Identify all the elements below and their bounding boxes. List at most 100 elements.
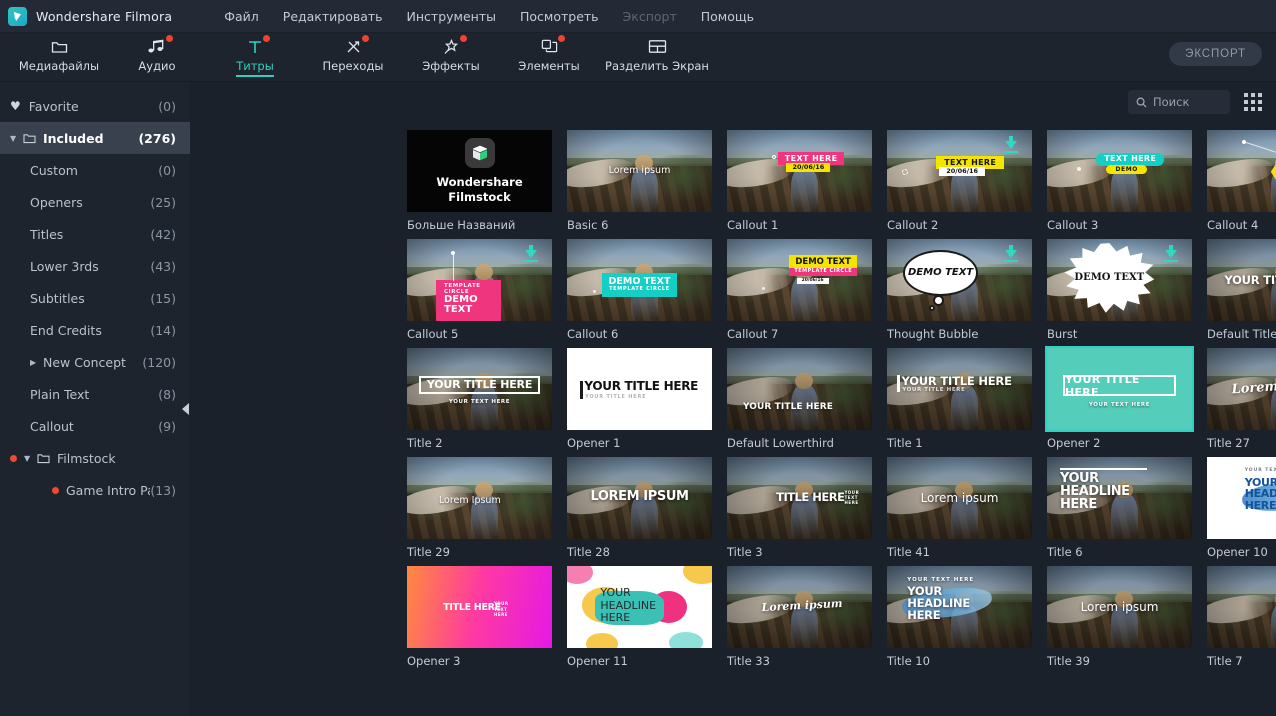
sidebar-item-subtitles[interactable]: Subtitles (15) bbox=[0, 282, 190, 314]
sidebar-item-filmstock[interactable]: ▼ Filmstock bbox=[0, 442, 190, 474]
menu-item-edit[interactable]: Редактировать bbox=[271, 5, 395, 28]
template-thumbnail[interactable]: YOUR TITLE HERE YOUR TITLE HERE bbox=[887, 348, 1032, 430]
template-tile[interactable]: TITLE HERE YOUR TEXT HERE Opener 3 bbox=[407, 566, 552, 668]
sidebar-item-titles[interactable]: Titles (42) bbox=[0, 218, 190, 250]
template-thumbnail[interactable]: Lorem Ipsum bbox=[1207, 348, 1276, 430]
sidebar-item-callout[interactable]: Callout (9) bbox=[0, 410, 190, 442]
template-thumbnail[interactable]: TITLE HERE YOUR TEXT HERE bbox=[727, 457, 872, 539]
sidebar-item-favorite[interactable]: ♥ Favorite (0) bbox=[0, 90, 190, 122]
download-icon[interactable] bbox=[1002, 245, 1020, 265]
template-tile[interactable]: DEMO TEXT TEMPLATE CIRCLE 20/06/16 Callout … bbox=[727, 239, 872, 341]
template-thumbnail[interactable]: TEXT HERE 20/06/16 bbox=[727, 130, 872, 212]
template-tile[interactable]: Lorem ipsum Title 33 bbox=[727, 566, 872, 668]
caret-icon[interactable]: ▶ bbox=[30, 358, 43, 367]
template-thumbnail[interactable]: YOUR TITLE HERE YOUR TITLE HERE bbox=[567, 348, 712, 430]
template-tile[interactable]: YOURTITLEHEREYOUR TEXT HERE Title 7 bbox=[1207, 566, 1276, 668]
template-thumbnail[interactable]: YOUR TEXT HEREYOURHEADLINEHERE bbox=[887, 566, 1032, 648]
menu-item-file[interactable]: Файл bbox=[212, 5, 271, 28]
template-tile[interactable]: Lorem ipsum Title 39 bbox=[1047, 566, 1192, 668]
template-thumbnail[interactable]: Lorem ipsum bbox=[1047, 566, 1192, 648]
menu-item-help[interactable]: Помощь bbox=[689, 5, 766, 28]
template-thumbnail[interactable]: Wondershare Filmstock bbox=[407, 130, 552, 212]
menu-item-view[interactable]: Посмотреть bbox=[508, 5, 611, 28]
template-tile[interactable]: DEMO TEXT Thought Bubble bbox=[887, 239, 1032, 341]
template-thumbnail[interactable]: YOUR TITLE HERE YOUR TEXT HERE bbox=[1045, 346, 1194, 432]
template-thumbnail[interactable]: TEXT HERE 20/06/16 bbox=[887, 130, 1032, 212]
sidebar-item-new-concept[interactable]: ▶ New Concept (120) bbox=[0, 346, 190, 378]
grid-view-icon[interactable] bbox=[1244, 93, 1262, 111]
tab-media[interactable]: Медиафайлы bbox=[10, 33, 108, 73]
tab-audio[interactable]: Аудио bbox=[108, 33, 206, 73]
template-tile[interactable]: TEXT HERE DEMO Callout 3 bbox=[1047, 130, 1192, 232]
download-icon[interactable] bbox=[522, 245, 540, 265]
sidebar-item-plain-text[interactable]: Plain Text (8) bbox=[0, 378, 190, 410]
template-thumbnail[interactable]: YOUR HEADLINE HERE bbox=[567, 566, 712, 648]
download-icon[interactable] bbox=[1002, 136, 1020, 156]
sidebar-item-lower-3rds[interactable]: Lower 3rds (43) bbox=[0, 250, 190, 282]
template-tile[interactable]: TEXT HERE 20/06/16 Callout 2 bbox=[887, 130, 1032, 232]
collapse-left-icon[interactable] bbox=[180, 394, 190, 424]
template-tile[interactable]: LOREM IPSUM Title 28 bbox=[567, 457, 712, 559]
template-tile[interactable]: YOUR TITLE HERE YOUR TITLE HERE Title 1 bbox=[887, 348, 1032, 450]
template-thumbnail[interactable]: TITLE HERE YOUR TEXT HERE bbox=[407, 566, 552, 648]
template-tile[interactable]: DEMO TEXT TEMPLATE CIRCLE Callout 6 bbox=[567, 239, 712, 341]
template-thumbnail[interactable]: YOUR HEADLINE HERE bbox=[1047, 457, 1192, 539]
template-tile[interactable]: YOUR HEADLINE HERE Opener 11 bbox=[567, 566, 712, 668]
export-button[interactable]: ЭКСПОРТ bbox=[1169, 42, 1262, 66]
template-tile[interactable]: Lorem ipsum Title 41 bbox=[887, 457, 1032, 559]
template-thumbnail[interactable]: Lorem ipsum bbox=[727, 566, 872, 648]
template-tile[interactable]: YOUR TEXT HEREYOURHEADLINEHERE Opener 10 bbox=[1207, 457, 1276, 559]
template-tile[interactable]: Wondershare Filmstock Больше Названий bbox=[407, 130, 552, 232]
template-tile[interactable]: DEMO TEXT Burst bbox=[1047, 239, 1192, 341]
template-tile[interactable]: YOUR HEADLINE HERE Title 6 bbox=[1047, 457, 1192, 559]
template-tile[interactable]: YOUR TEXT HERE YOUR HEADLINE HERE Title 10 bbox=[887, 566, 1032, 668]
sidebar-item-openers[interactable]: Openers (25) bbox=[0, 186, 190, 218]
template-tile[interactable]: YOUR TITLE HERE YOUR TITLE HERE Opener 1 bbox=[567, 348, 712, 450]
template-thumbnail[interactable]: YOUR TITLE HERE YOUR TEXT HERE bbox=[407, 348, 552, 430]
template-thumbnail[interactable]: TEXT HERE DEMO bbox=[1047, 130, 1192, 212]
sidebar-item-end-credits[interactable]: End Credits (14) bbox=[0, 314, 190, 346]
sidebar-item-label: Lower 3rds bbox=[30, 258, 99, 274]
sidebar-item-custom[interactable]: Custom (0) bbox=[0, 154, 190, 186]
tab-transitions[interactable]: Переходы bbox=[304, 33, 402, 73]
template-tile[interactable]: TEMPLATE CIRCLE DEMO TEXT Callout 5 bbox=[407, 239, 552, 341]
overlay-date: 20/06/16 bbox=[786, 162, 831, 173]
search-input[interactable]: Поиск bbox=[1128, 90, 1230, 114]
template-thumbnail[interactable]: DEMO TEXT bbox=[1047, 239, 1192, 321]
template-tile[interactable]: TITLE HERE YOUR TEXT HERE Title 3 bbox=[727, 457, 872, 559]
template-thumbnail[interactable]: TEMPLATE CIRCLE DEMO TEXT bbox=[407, 239, 552, 321]
template-thumbnail[interactable]: Lorem ipsum bbox=[567, 130, 712, 212]
tab-titles[interactable]: Титры bbox=[206, 33, 304, 77]
template-thumbnail[interactable]: DEMO TEXT bbox=[887, 239, 1032, 321]
template-thumbnail[interactable]: YOUR TITLE HERE bbox=[1207, 239, 1276, 321]
template-thumbnail[interactable]: TEMPLATEDEMO bbox=[1207, 130, 1276, 212]
titles-badge bbox=[263, 35, 270, 42]
tab-split-screen[interactable]: Разделить Экран bbox=[598, 33, 716, 73]
tab-elements[interactable]: Элементы bbox=[500, 33, 598, 73]
template-tile[interactable]: Lorem Ipsum Title 29 bbox=[407, 457, 552, 559]
tab-effects[interactable]: Эффекты bbox=[402, 33, 500, 73]
template-tile[interactable]: Lorem Ipsum Title 27 bbox=[1207, 348, 1276, 450]
sidebar-item-label: Custom bbox=[30, 162, 78, 178]
template-thumbnail[interactable]: Lorem Ipsum bbox=[407, 457, 552, 539]
template-thumbnail[interactable]: YOUR TEXT HEREYOURHEADLINEHERE bbox=[1207, 457, 1276, 539]
template-thumbnail[interactable]: Lorem ipsum bbox=[887, 457, 1032, 539]
template-thumbnail[interactable]: LOREM IPSUM bbox=[567, 457, 712, 539]
template-tile[interactable]: TEXT HERE 20/06/16 Callout 1 bbox=[727, 130, 872, 232]
caret-icon[interactable]: ▼ bbox=[24, 454, 37, 463]
sidebar-item-game-intro-pack[interactable]: Game Intro Pack(13) bbox=[0, 474, 190, 506]
template-tile[interactable]: YOUR TITLE HERE YOUR TEXT HERE Opener 2 bbox=[1045, 346, 1194, 450]
template-thumbnail[interactable]: DEMO TEXT TEMPLATE CIRCLE 20/06/16 bbox=[727, 239, 872, 321]
template-tile[interactable]: TEMPLATEDEMO Callout 4 bbox=[1207, 130, 1276, 232]
template-thumbnail[interactable]: YOURTITLEHEREYOUR TEXT HERE bbox=[1207, 566, 1276, 648]
caret-icon[interactable]: ▼ bbox=[10, 134, 23, 143]
template-thumbnail[interactable]: YOUR TITLE HERE bbox=[727, 348, 872, 430]
template-thumbnail[interactable]: DEMO TEXT TEMPLATE CIRCLE bbox=[567, 239, 712, 321]
template-tile[interactable]: YOUR TITLE HERE YOUR TEXT HERE Title 2 bbox=[407, 348, 552, 450]
template-tile[interactable]: YOUR TITLE HERE Default Title bbox=[1207, 239, 1276, 341]
template-tile[interactable]: Lorem ipsum Basic 6 bbox=[567, 130, 712, 232]
download-icon[interactable] bbox=[1162, 245, 1180, 265]
menu-item-tools[interactable]: Инструменты bbox=[395, 5, 508, 28]
template-tile[interactable]: YOUR TITLE HERE Default Lowerthird bbox=[727, 348, 872, 450]
sidebar-item-included[interactable]: ▼ Included (276) bbox=[0, 122, 190, 154]
